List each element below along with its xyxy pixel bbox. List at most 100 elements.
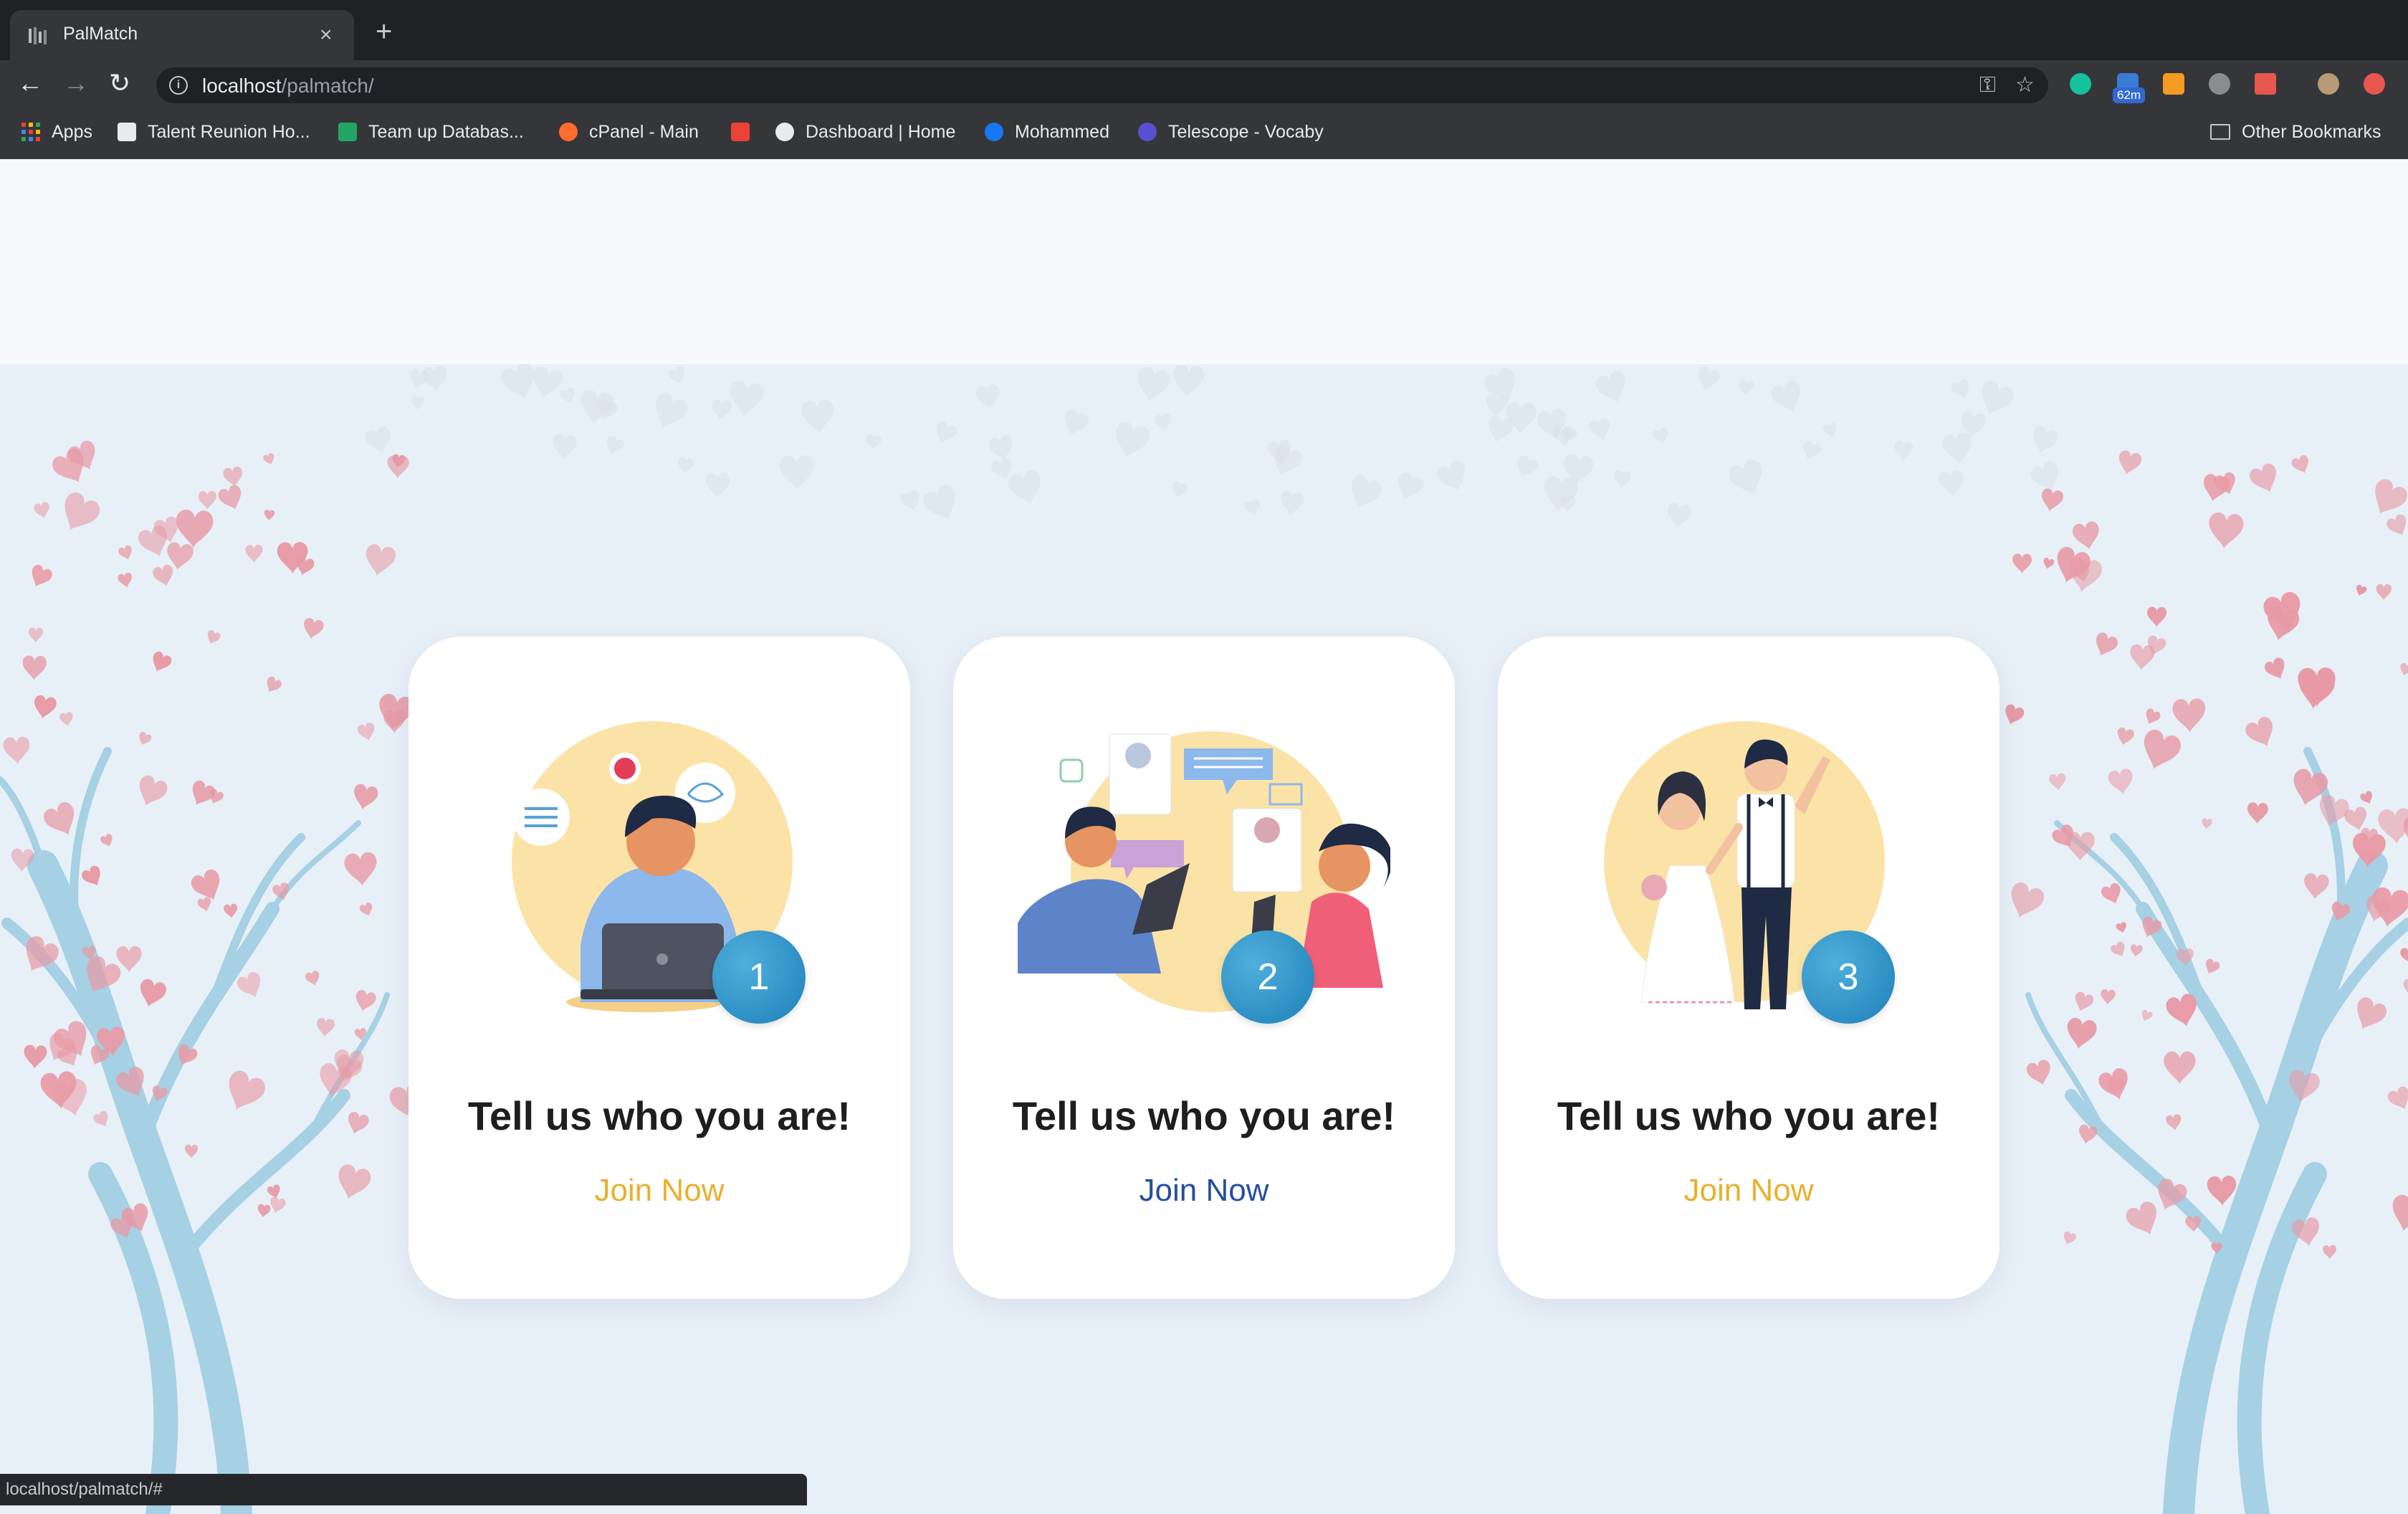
extension-badge: 62m — [2113, 87, 2146, 103]
heart-decoration — [2071, 990, 2096, 1015]
heart-decoration — [174, 509, 214, 551]
heart-decoration — [2038, 487, 2065, 514]
heart-decoration — [2115, 921, 2128, 935]
heart-decoration — [1587, 416, 1614, 444]
tab-strip: PalMatch × + — [0, 0, 2408, 60]
globe-extension-icon[interactable] — [2209, 73, 2230, 95]
heart-decoration — [196, 896, 214, 914]
site-info-icon[interactable]: i — [169, 76, 188, 95]
heart-decoration — [315, 1017, 335, 1038]
heart-decoration — [2041, 557, 2055, 571]
bookmark-apps[interactable]: Apps — [22, 119, 92, 145]
heart-decoration — [2359, 789, 2376, 807]
heart-decoration — [223, 903, 239, 920]
heart-decoration — [53, 489, 104, 540]
heart-decoration — [2386, 1084, 2408, 1115]
heart-decoration — [2012, 553, 2032, 574]
heart-decoration — [2109, 940, 2129, 961]
rss-extension-icon[interactable] — [2163, 73, 2184, 95]
heart-decoration — [602, 434, 626, 459]
heart-decoration — [135, 977, 168, 1011]
bookmark-team-up-database[interactable]: Team up Databas... — [338, 119, 524, 145]
heart-decoration — [2141, 707, 2162, 728]
record-extension-icon[interactable] — [2255, 73, 2276, 95]
heart-decoration — [1434, 457, 1473, 497]
heart-decoration — [2114, 726, 2136, 748]
heart-decoration — [1738, 379, 1755, 397]
heart-decoration — [362, 543, 398, 579]
folder-icon — [2210, 124, 2230, 140]
heart-decoration — [1938, 470, 1966, 499]
heart-decoration — [343, 851, 379, 888]
heart-decoration — [1392, 470, 1426, 505]
heart-decoration — [2242, 714, 2280, 753]
address-bar[interactable]: i localhost/palmatch/ ⚿ ☆ — [156, 67, 2048, 103]
heart-decoration — [1613, 470, 1632, 489]
heart-decoration — [1153, 412, 1173, 433]
heart-decoration — [245, 544, 263, 563]
grammarly-extension-icon[interactable] — [2070, 73, 2091, 95]
heart-decoration — [1279, 490, 1305, 518]
close-tab-icon[interactable]: × — [320, 24, 333, 46]
bookmark-star-icon[interactable]: ☆ — [2015, 75, 2035, 96]
heart-decoration — [2027, 424, 2060, 458]
heart-decoration — [864, 433, 882, 452]
heart-decoration — [1799, 439, 1823, 464]
heart-decoration — [117, 544, 135, 563]
heart-decoration — [2201, 817, 2213, 830]
browser-tab[interactable]: PalMatch × — [10, 10, 354, 60]
forward-arrow-icon[interactable]: → — [63, 69, 89, 97]
heart-decoration — [116, 946, 143, 973]
heart-decoration — [256, 1204, 272, 1219]
join-now-link[interactable]: Join Now — [1498, 1173, 2000, 1209]
other-bookmarks[interactable]: Other Bookmarks — [2210, 119, 2381, 145]
heart-decoration — [2060, 1230, 2078, 1247]
heart-decoration — [267, 1195, 287, 1216]
join-now-link[interactable]: Join Now — [408, 1173, 910, 1209]
heart-decoration — [1593, 368, 1632, 409]
back-arrow-icon[interactable]: ← — [17, 69, 43, 97]
update-icon[interactable] — [2364, 73, 2385, 95]
heart-decoration — [646, 390, 691, 435]
heart-decoration — [304, 969, 322, 988]
bookmark-talent-reunion[interactable]: Talent Reunion Ho... — [118, 119, 310, 145]
bookmark-telescope[interactable]: Telescope - Vocaby — [1138, 119, 1324, 145]
bookmark-cpanel[interactable]: cPanel - Main — [559, 119, 699, 145]
heart-decoration — [558, 386, 578, 406]
join-now-link[interactable]: Join Now — [953, 1173, 1455, 1209]
heart-decoration — [234, 970, 267, 1003]
heart-decoration — [2184, 1215, 2202, 1233]
heart-decoration — [184, 1144, 199, 1159]
heart-decoration — [80, 864, 107, 891]
heart-decoration — [262, 452, 277, 467]
bookmark-mohammed[interactable]: Mohammed — [985, 119, 1109, 145]
heart-decoration — [2207, 511, 2245, 551]
heart-decoration — [1941, 431, 1976, 467]
card-heading: Tell us who you are! — [1012, 1093, 1396, 1138]
heart-decoration — [2376, 584, 2392, 601]
key-icon[interactable]: ⚿ — [1979, 75, 1996, 96]
heart-decoration — [550, 433, 578, 461]
bookmark-gmail[interactable] — [731, 119, 761, 145]
heart-decoration — [92, 1109, 113, 1130]
profile-avatar[interactable] — [2318, 73, 2339, 95]
bookmark-dashboard[interactable]: Dashboard | Home — [775, 119, 955, 145]
url-text[interactable]: localhost/palmatch/ — [202, 75, 374, 97]
heart-decoration — [23, 1044, 47, 1070]
browser-toolbar: ← → ↻ i localhost/palmatch/ ⚿ ☆ — [0, 60, 2408, 108]
heart-decoration — [1893, 440, 1914, 462]
heart-decoration — [31, 694, 58, 721]
tab-title: PalMatch — [63, 24, 138, 44]
reload-icon[interactable]: ↻ — [109, 69, 130, 97]
chatting-couple-illustration — [1018, 731, 1390, 1012]
new-tab-button[interactable]: + — [376, 17, 392, 46]
heart-decoration — [705, 473, 730, 499]
bookmarks-bar: Apps Talent Reunion Ho... Team up Databa… — [0, 108, 2408, 161]
heart-decoration — [2384, 513, 2408, 541]
heart-decoration — [2001, 703, 2026, 728]
heart-decoration — [222, 465, 245, 489]
heart-decoration — [135, 730, 153, 748]
heart-decoration — [186, 778, 218, 811]
heart-decoration — [198, 490, 217, 510]
heart-decoration — [666, 365, 689, 387]
